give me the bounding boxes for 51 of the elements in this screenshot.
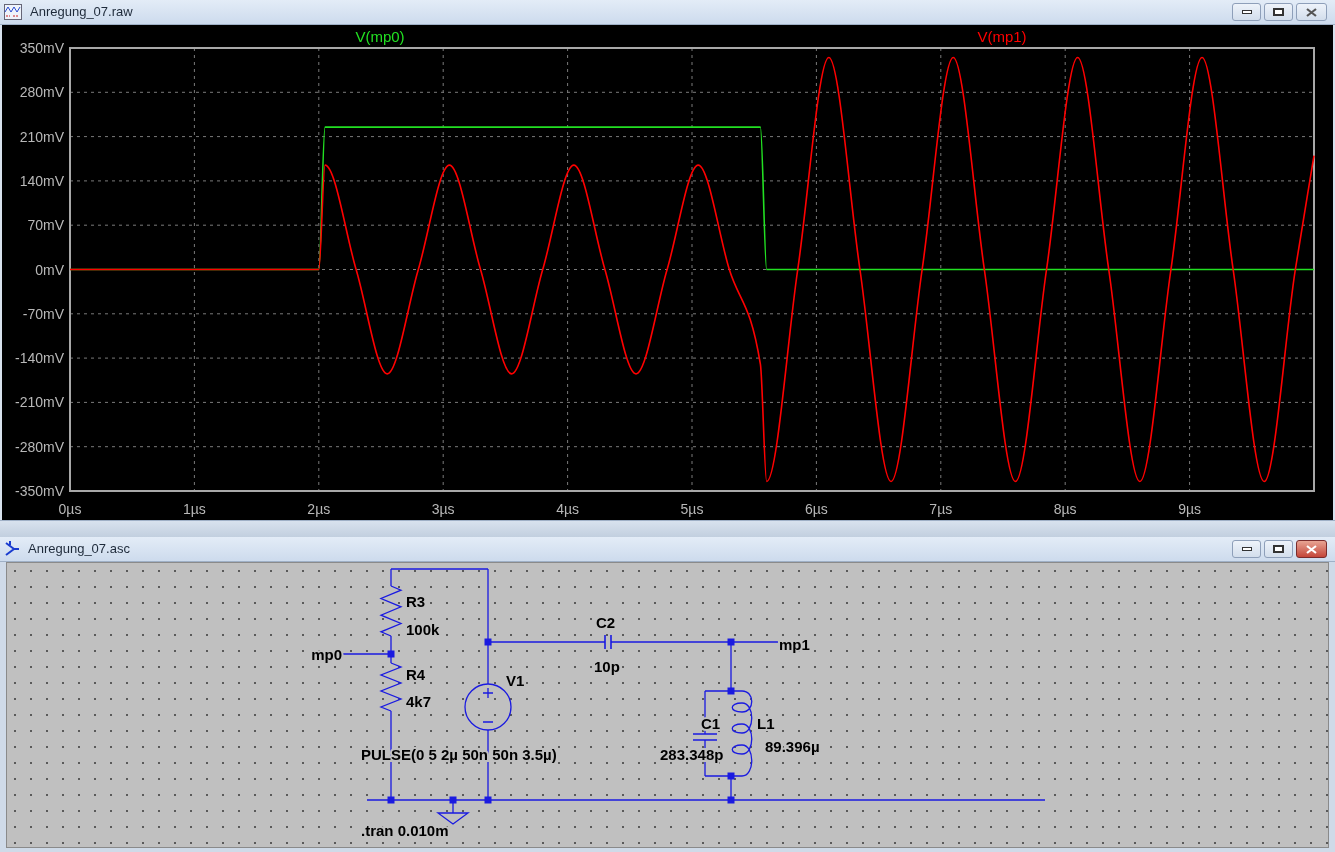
x-tick-label: 3µs: [431, 501, 455, 517]
waveform-icon: [4, 4, 22, 20]
component-name: R3: [406, 593, 426, 610]
maximize-button[interactable]: [1264, 540, 1293, 558]
y-tick-label: 0mV: [35, 261, 64, 278]
resistor-symbol: [379, 585, 403, 637]
close-button[interactable]: [1296, 3, 1327, 21]
component-value: 4k7: [406, 693, 432, 710]
close-button[interactable]: [1296, 540, 1327, 558]
schematic-icon: [4, 541, 20, 557]
y-tick-label: -140mV: [14, 350, 64, 367]
x-tick-label: 1µs: [182, 501, 206, 517]
component-value: 10p: [594, 658, 620, 675]
x-tick-label: 7µs: [929, 501, 953, 517]
close-icon: [1306, 544, 1317, 554]
net-label: mp1: [779, 636, 810, 653]
x-tick-label: 2µs: [307, 501, 331, 517]
x-tick-label: 4µs: [556, 501, 580, 517]
component-name: L1: [757, 715, 775, 732]
y-tick-label: -280mV: [14, 438, 64, 455]
y-tick-label: -210mV: [14, 394, 64, 411]
component-name: R4: [406, 666, 426, 683]
y-tick-label: 70mV: [27, 217, 64, 234]
y-tick-label: 140mV: [19, 172, 64, 189]
y-tick-label: -70mV: [22, 305, 64, 322]
close-icon: [1306, 7, 1317, 17]
maximize-button[interactable]: [1264, 3, 1293, 21]
spice-directive: .tran 0.010m: [361, 822, 449, 839]
x-tick-label: 6µs: [804, 501, 828, 517]
window-title: Anregung_07.raw: [30, 3, 133, 22]
x-tick-label: 8µs: [1053, 501, 1077, 517]
trace-name-label[interactable]: V(mp1): [977, 28, 1027, 45]
capacitor-symbol: [604, 634, 612, 650]
component-value: 100k: [406, 621, 440, 638]
y-tick-label: -350mV: [14, 483, 64, 499]
y-tick-label: 210mV: [19, 128, 64, 145]
capacitor-symbol: [692, 733, 718, 741]
minimize-button[interactable]: [1232, 540, 1261, 558]
window-title: Anregung_07.asc: [28, 540, 130, 559]
component-name: C2: [596, 614, 616, 631]
component-name: V1: [506, 672, 525, 689]
y-tick-label: 280mV: [19, 84, 64, 101]
x-tick-label: 9µs: [1178, 501, 1202, 517]
y-tick-label: 350mV: [19, 40, 64, 56]
resistor-symbol: [379, 662, 403, 712]
x-tick-label: 5µs: [680, 501, 704, 517]
component-value: 89.396µ: [765, 738, 820, 755]
minimize-button[interactable]: [1232, 3, 1261, 21]
net-label: mp0: [311, 646, 342, 663]
x-tick-label: 0µs: [58, 501, 82, 517]
trace-name-label[interactable]: V(mp0): [355, 28, 405, 45]
